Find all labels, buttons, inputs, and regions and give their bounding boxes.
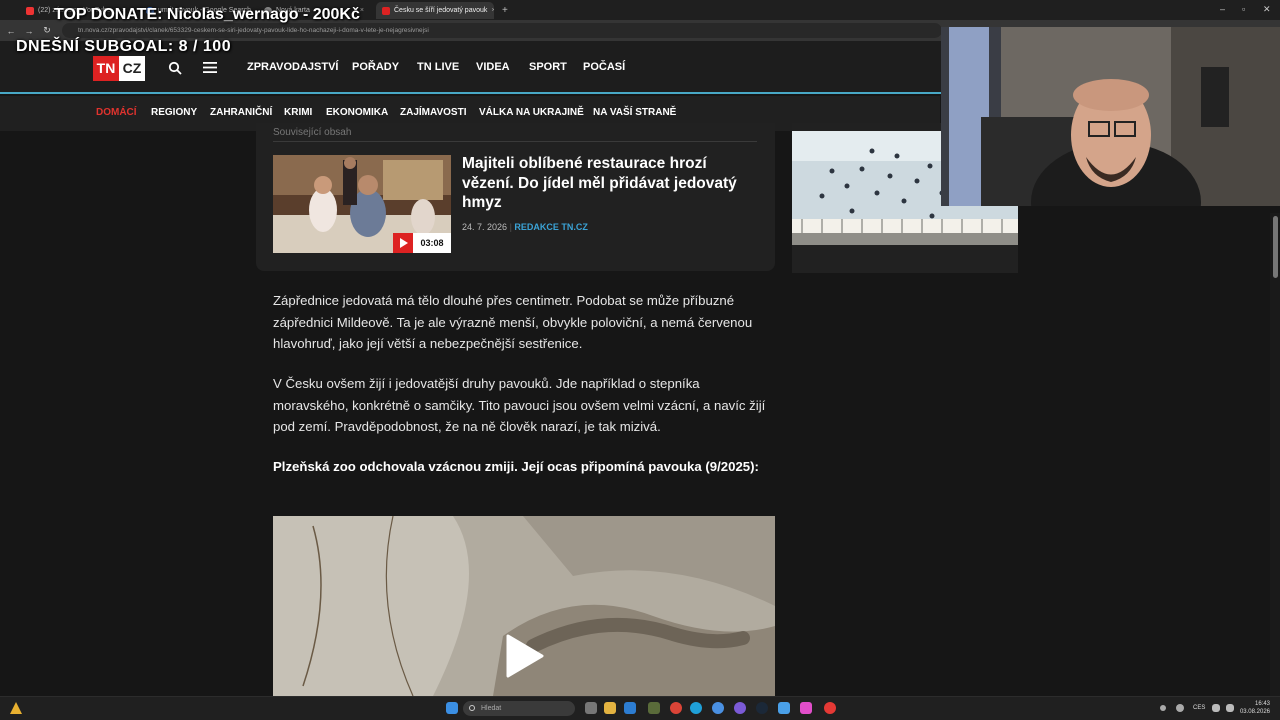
nav-videa[interactable]: VIDEA (476, 61, 510, 73)
video-play-icon[interactable] (502, 634, 546, 678)
close-icon[interactable]: × (491, 7, 494, 14)
windows-start-icon[interactable] (446, 702, 458, 714)
youtube-icon (26, 6, 34, 15)
store-icon[interactable] (624, 702, 636, 714)
subnav-ekonomika[interactable]: EKONOMIKA (326, 107, 388, 118)
subnav-domaci[interactable]: DOMÁCÍ (96, 107, 137, 118)
maximize-icon[interactable]: ▫ (1242, 4, 1245, 14)
microphone-icon[interactable] (1176, 704, 1184, 712)
stream-subgoal: DNEŠNÍ SUBGOAL: 8 / 100 (16, 38, 232, 55)
app-icon[interactable] (800, 702, 812, 714)
stream-top-donate: TOP DONATE: Nicolas_wernago - 200Kč (54, 6, 360, 23)
logo-cz: CZ (119, 56, 145, 81)
logo-tn: TN (93, 56, 119, 81)
webcam-overlay (941, 27, 1280, 206)
steam-icon[interactable] (756, 702, 768, 714)
clock-time: 16:43 (1254, 701, 1270, 707)
chevron-up-icon[interactable] (1160, 705, 1166, 711)
taskbar-search[interactable]: Hledat (463, 701, 575, 716)
tn-favicon-icon (382, 6, 390, 15)
related-date: 24. 7. 2026 (462, 222, 508, 232)
tn-logo[interactable]: TN CZ (93, 56, 145, 81)
volume-icon[interactable] (1226, 704, 1234, 712)
nav-zpravodajstvi[interactable]: ZPRAVODAJSTVÍ (247, 61, 338, 73)
article-video-caption: Plzeňská zoo odchovala vzácnou zmiji. Je… (273, 459, 759, 474)
nav-porady[interactable]: POŘADY (352, 61, 399, 73)
taskbar-clock[interactable]: 16:43 03.08.2026 (1240, 700, 1270, 716)
subnav-zahranicni[interactable]: ZAHRANIČNÍ (210, 107, 272, 118)
network-icon[interactable] (1212, 704, 1220, 712)
clock-date: 03.08.2026 (1239, 709, 1270, 715)
app-icon[interactable] (712, 702, 724, 714)
tab-label: Česku se šíří jedovatý pavouk (394, 7, 488, 14)
search-icon (469, 705, 475, 711)
url-text: tn.nova.cz/zpravodajstvi/clanek/653329-c… (78, 27, 429, 34)
windows-taskbar: Hledat CES 16:43 03.08.2026 (0, 696, 1280, 720)
plus-icon: + (502, 5, 508, 16)
subnav-zajimavosti[interactable]: ZAJÍMAVOSTI (400, 107, 466, 118)
new-tab-button[interactable]: + (496, 2, 510, 19)
warning-icon[interactable] (10, 702, 22, 714)
app-icon[interactable] (778, 702, 790, 714)
file-explorer-icon[interactable] (604, 702, 616, 714)
tab-tn-article[interactable]: Česku se šíří jedovatý pavouk × (376, 2, 494, 19)
article-paragraph: V Česku ovšem žijí i jedovatější druhy p… (273, 376, 766, 434)
play-icon[interactable] (393, 233, 413, 253)
chrome-icon[interactable] (670, 702, 682, 714)
search-icon[interactable] (168, 61, 182, 75)
nav-tn-live[interactable]: TN LIVE (417, 61, 459, 73)
subnav-na-vasi-strane[interactable]: NA VAŠÍ STRANĚ (593, 107, 676, 118)
scrollbar-track (1270, 213, 1280, 696)
app-icon[interactable] (648, 702, 660, 714)
subnav-regiony[interactable]: REGIONY (151, 107, 197, 118)
close-icon[interactable]: × (360, 7, 370, 14)
nav-pocasi[interactable]: POČASÍ (583, 61, 625, 73)
task-view-icon[interactable] (585, 702, 597, 714)
related-article-title[interactable]: Majiteli oblíbené restaurace hrozí vězen… (462, 154, 752, 213)
obs-icon[interactable] (824, 702, 836, 714)
language-indicator[interactable]: CES (1193, 705, 1205, 711)
nav-sport[interactable]: SPORT (529, 61, 567, 73)
menu-icon[interactable] (203, 61, 217, 74)
video-duration: 03:08 (413, 233, 451, 253)
forward-icon[interactable]: → (20, 26, 38, 36)
related-source[interactable]: REDAKCE TN.CZ (514, 222, 588, 232)
edge-icon[interactable] (690, 702, 702, 714)
back-icon[interactable]: ← (2, 26, 20, 36)
related-meta: 24. 7. 2026 | REDAKCE TN.CZ (462, 222, 588, 232)
subnav-krimi[interactable]: KRIMI (284, 107, 312, 118)
divider (273, 141, 757, 142)
related-label: Související obsah (273, 127, 352, 138)
url-field[interactable]: tn.nova.cz/zpravodajstvi/clanek/653329-c… (62, 23, 942, 38)
discord-icon[interactable] (734, 702, 746, 714)
scrollbar-thumb[interactable] (1273, 216, 1278, 278)
taskbar-search-placeholder: Hledat (481, 705, 502, 712)
window-close-icon[interactable]: ✕ (1263, 4, 1271, 15)
subnav-valka-na-ukrajine[interactable]: VÁLKA NA UKRAJINĚ (479, 107, 584, 118)
article-paragraph: Zápřednice jedovatá má tělo dlouhé přes … (273, 293, 753, 351)
reload-icon[interactable]: ↻ (38, 25, 56, 36)
minimize-icon[interactable]: – (1220, 4, 1225, 14)
